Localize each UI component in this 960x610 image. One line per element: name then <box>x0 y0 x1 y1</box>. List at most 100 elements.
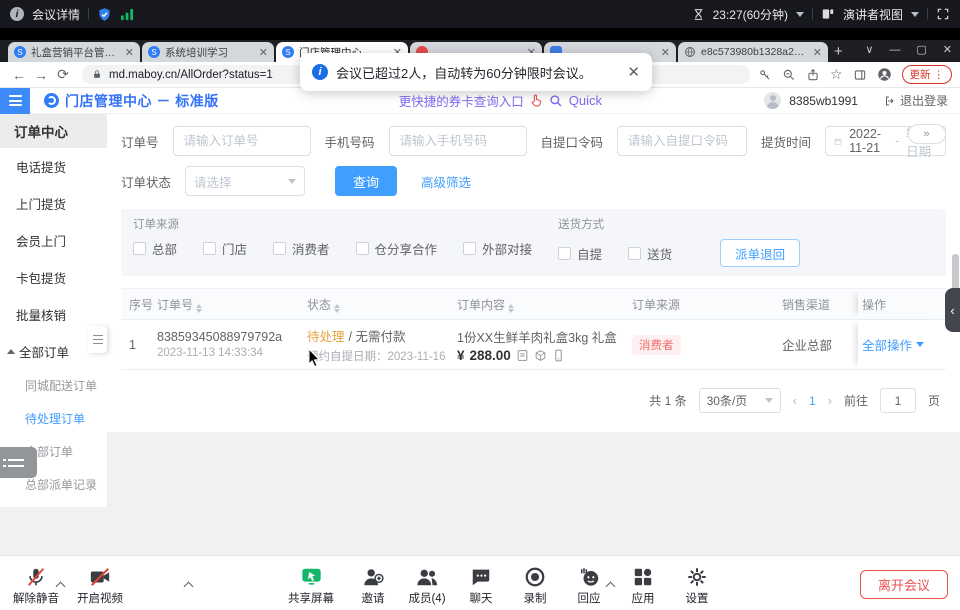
order-status-select[interactable]: 请选择 <box>185 166 305 196</box>
video-options-caret[interactable] <box>184 582 194 592</box>
chat-button[interactable]: 聊天 <box>453 563 509 606</box>
checkbox-source-consumer[interactable]: 消费者 <box>273 239 330 258</box>
sort-icon[interactable] <box>508 304 514 313</box>
meeting-details-label[interactable]: 会议详情 <box>32 6 80 23</box>
key-icon[interactable] <box>758 68 772 82</box>
browser-tab[interactable]: S 系统培训学习 ✕ <box>142 42 274 62</box>
checkbox-source-hq[interactable]: 总部 <box>133 239 177 258</box>
window-close-icon[interactable]: ✕ <box>943 43 952 56</box>
next-page-button[interactable]: › <box>828 393 832 408</box>
table-row[interactable]: 1 83859345088979792a 2023-11-13 14:33:34… <box>121 320 946 370</box>
price-value: 288.00 <box>470 348 511 363</box>
col-order-no[interactable]: 订单号 <box>157 296 307 313</box>
logout-button[interactable]: 退出登录 <box>884 92 948 109</box>
tab-close-icon[interactable]: ✕ <box>125 46 134 59</box>
members-button[interactable]: 成员(4) <box>399 563 455 606</box>
side-panel-icon[interactable] <box>853 68 867 82</box>
share-icon[interactable] <box>806 68 820 82</box>
sort-icon[interactable] <box>196 304 202 313</box>
refresh-icon[interactable]: ⟳ <box>52 66 74 83</box>
view-dropdown-icon[interactable] <box>911 12 919 17</box>
bookmark-star-icon[interactable]: ☆ <box>830 66 843 83</box>
current-page[interactable]: 1 <box>809 394 816 408</box>
window-maximize-icon[interactable]: ▢ <box>916 43 926 56</box>
gift-box-icon[interactable] <box>534 349 547 362</box>
profile-icon[interactable] <box>877 67 892 82</box>
right-panel-handle[interactable]: ‹ <box>945 288 960 332</box>
all-actions-dropdown[interactable]: 全部操作 <box>862 335 924 354</box>
page-size-select[interactable]: 30条/页 <box>699 388 781 413</box>
settings-button[interactable]: 设置 <box>669 563 725 606</box>
floating-list-button[interactable] <box>0 447 37 478</box>
sidebar-item-door-pickup[interactable]: 上门提货 <box>0 185 107 222</box>
record-button[interactable]: 录制 <box>507 563 563 606</box>
checkbox-delivery-deliver[interactable]: 送货 <box>628 244 672 263</box>
shield-check-icon[interactable] <box>97 7 112 22</box>
sidebar-item-card-pickup[interactable]: 卡包提货 <box>0 259 107 296</box>
tab-close-icon[interactable]: ✕ <box>813 46 822 59</box>
window-minimize-icon[interactable]: — <box>889 44 900 56</box>
phone-input[interactable] <box>389 126 527 156</box>
reaction-button[interactable]: 回应 <box>561 563 617 606</box>
checkbox-delivery-selfpickup[interactable]: 自提 <box>558 244 602 263</box>
search-button[interactable]: 查询 <box>335 166 397 196</box>
checkbox-icon <box>203 242 216 255</box>
tab-close-icon[interactable]: ✕ <box>661 46 670 59</box>
quick-search-icon[interactable] <box>549 94 563 108</box>
menu-toggle-button[interactable] <box>0 88 30 114</box>
phone-icon[interactable] <box>552 349 565 362</box>
timer-dropdown-icon[interactable] <box>796 12 804 17</box>
leave-meeting-button[interactable]: 离开会议 <box>860 570 948 599</box>
info-icon[interactable]: i <box>10 7 24 21</box>
sort-icon[interactable] <box>334 304 340 313</box>
divider <box>88 8 89 20</box>
start-date-value[interactable]: 2022-11-21 <box>849 127 888 155</box>
table-header-row: 序号 订单号 状态 订单内容 订单来源 销售渠道 操作 <box>121 288 946 320</box>
order-no-input[interactable] <box>173 126 311 156</box>
checkbox-source-warehouse-share[interactable]: 仓分享合作 <box>356 239 438 258</box>
col-status[interactable]: 状态 <box>307 296 457 313</box>
quick-card-query-link[interactable]: 更快捷的券卡查询入口 <box>399 91 524 110</box>
chevron-down-icon <box>288 179 296 184</box>
browser-update-button[interactable]: 更新⋮ <box>902 65 953 84</box>
quick-label[interactable]: Quick <box>569 93 602 108</box>
sidebar-item-phone-pickup[interactable]: 电话提货 <box>0 148 107 185</box>
back-icon[interactable]: ← <box>8 67 30 83</box>
invite-button[interactable]: 邀请 <box>345 563 401 606</box>
tab-search-icon[interactable]: ∨ <box>865 43 873 56</box>
start-video-button[interactable]: 开启视频 <box>72 563 128 606</box>
sidebar-item-member-visit[interactable]: 会员上门 <box>0 222 107 259</box>
sidebar-item-city-delivery-orders[interactable]: 同城配送订单 <box>0 369 107 402</box>
browser-tab[interactable]: e8c573980b1328a258fd2e61 ✕ <box>678 42 828 62</box>
col-content[interactable]: 订单内容 <box>457 296 632 313</box>
share-screen-button[interactable]: 共享屏幕 <box>283 563 339 606</box>
fullscreen-icon[interactable] <box>936 7 950 21</box>
forward-icon[interactable]: → <box>30 67 52 83</box>
sidebar-collapse-handle[interactable] <box>88 326 107 353</box>
view-mode-label[interactable]: 演讲者视图 <box>843 6 903 23</box>
toast-close-icon[interactable]: ✕ <box>627 63 640 81</box>
checkbox-icon <box>558 247 571 260</box>
tab-title: 礼盒营销平台管理中心 <box>31 45 121 60</box>
goto-page-input[interactable] <box>880 388 916 413</box>
expand-filters-button[interactable]: » <box>908 124 946 144</box>
zoom-icon[interactable] <box>782 68 796 82</box>
tab-close-icon[interactable]: ✕ <box>259 46 268 59</box>
sidebar-item-pending-orders[interactable]: 待处理订单 <box>0 402 107 435</box>
receipt-icon[interactable] <box>516 349 529 362</box>
browser-tab[interactable]: S 礼盒营销平台管理中心 ✕ <box>8 42 140 62</box>
network-signal-icon[interactable] <box>120 8 135 21</box>
checkbox-source-store[interactable]: 门店 <box>203 239 247 258</box>
prev-page-button[interactable]: ‹ <box>793 393 797 408</box>
apps-button[interactable]: 应用 <box>615 563 671 606</box>
orders-table: 序号 订单号 状态 订单内容 订单来源 销售渠道 操作 1 8385934508… <box>121 288 946 370</box>
vertical-scrollbar[interactable] <box>952 254 959 290</box>
checkbox-source-external[interactable]: 外部对接 <box>463 239 532 258</box>
advanced-filter-link[interactable]: 高级筛选 <box>421 172 471 191</box>
dispatch-return-button[interactable]: 派单退回 <box>720 239 800 267</box>
new-tab-button[interactable]: + <box>834 43 843 60</box>
unmute-button[interactable]: 解除静音 <box>8 563 64 606</box>
user-avatar[interactable] <box>764 92 781 109</box>
pickup-code-input[interactable] <box>617 126 747 156</box>
pointer-icon <box>530 94 543 107</box>
